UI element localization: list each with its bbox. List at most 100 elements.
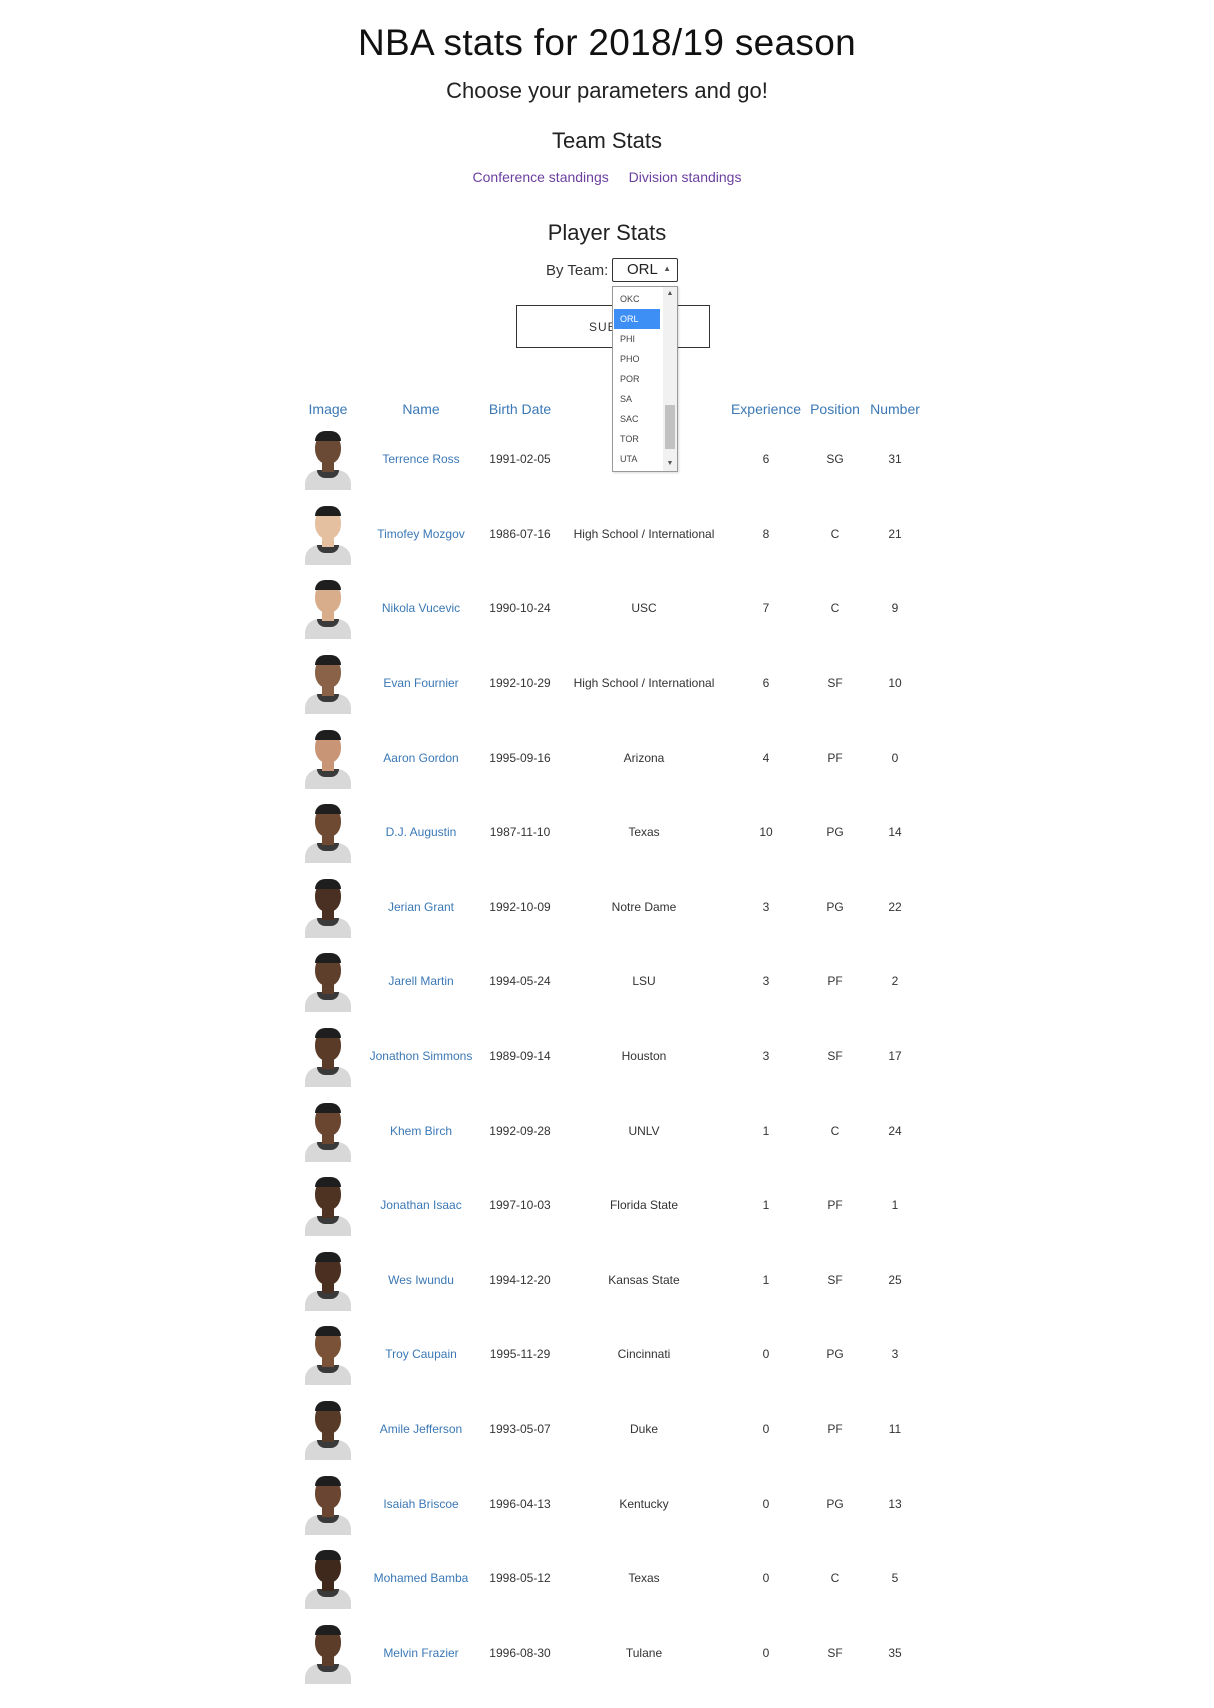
scroll-up-icon[interactable]: ▲ <box>663 287 677 301</box>
jersey-number: 31 <box>888 452 902 467</box>
player-name[interactable]: Wes Iwundu <box>364 1243 478 1318</box>
college: Arizona <box>623 750 665 765</box>
column-header-image[interactable]: Image <box>292 396 364 422</box>
player-headshot <box>303 652 353 715</box>
position: SF <box>827 676 843 691</box>
player-headshot <box>303 950 353 1013</box>
team-dropdown-list[interactable]: OKC ORL PHI PHO POR SA SAC TOR UTA ▲ ▼ <box>612 286 678 472</box>
player-image-cell <box>292 571 364 646</box>
birth-date: 1990-10-24 <box>489 601 551 616</box>
team-stats-links: Conference standings Division standings <box>0 169 1214 185</box>
player-stats-heading: Player Stats <box>547 220 667 245</box>
division-standings-link[interactable]: Division standings <box>629 169 742 185</box>
dropdown-option[interactable]: POR <box>614 369 660 389</box>
table-row: Isaiah Briscoe 1996-04-13 Kentucky 0 PG 13 <box>292 1466 926 1541</box>
experience: 8 <box>762 526 770 541</box>
scroll-down-icon[interactable]: ▼ <box>663 457 677 471</box>
player-image-cell <box>292 646 364 721</box>
player-name[interactable]: Melvin Frazier <box>364 1616 478 1691</box>
table-row: Jarell Martin 1994-05-24 LSU 3 PF 2 <box>292 944 926 1019</box>
team-select-value: ORL <box>627 261 658 278</box>
team-select[interactable]: ORL ▲ <box>612 258 678 282</box>
college: Houston <box>621 1049 667 1064</box>
player-image-cell <box>292 1392 364 1467</box>
player-image-cell <box>292 1317 364 1392</box>
birth-date: 1987-11-10 <box>489 825 551 840</box>
column-header-birth-date[interactable]: Birth Date <box>478 396 562 422</box>
birth-date: 1996-04-13 <box>489 1496 551 1511</box>
college: LSU <box>632 974 656 989</box>
birth-date: 1994-12-20 <box>489 1272 551 1287</box>
dropdown-option[interactable]: PHI <box>614 329 660 349</box>
table-row: Jonathan Isaac 1997-10-03 Florida State 1 PF… <box>292 1168 926 1243</box>
player-name[interactable]: Khem Birch <box>364 1093 478 1168</box>
college: Florida State <box>609 1198 679 1213</box>
position: C <box>830 1571 840 1586</box>
jersey-number: 2 <box>891 974 899 989</box>
player-name[interactable]: Troy Caupain <box>364 1317 478 1392</box>
jersey-number: 11 <box>888 1422 902 1437</box>
dropdown-option[interactable]: OKC <box>614 289 660 309</box>
column-header-experience[interactable]: Experience <box>726 396 806 422</box>
player-image-cell <box>292 1243 364 1318</box>
birth-date: 1992-10-09 <box>489 899 551 914</box>
college: Cincinnati <box>617 1347 671 1362</box>
player-name[interactable]: Aaron Gordon <box>364 720 478 795</box>
player-name[interactable]: D.J. Augustin <box>364 795 478 870</box>
player-headshot <box>303 1547 353 1610</box>
scroll-thumb[interactable] <box>665 405 675 449</box>
column-header-name[interactable]: Name <box>364 396 478 422</box>
jersey-number: 14 <box>888 825 902 840</box>
dropdown-option[interactable]: SAC <box>614 409 660 429</box>
player-image-cell <box>292 1541 364 1616</box>
position: PG <box>826 825 844 840</box>
college: UNLV <box>628 1123 660 1138</box>
table-row: Jerian Grant 1992-10-09 Notre Dame 3 PG 22 <box>292 870 926 945</box>
position: PG <box>826 899 844 914</box>
player-name[interactable]: Jerian Grant <box>364 870 478 945</box>
dropdown-option[interactable]: SA <box>614 389 660 409</box>
position: PF <box>827 1198 843 1213</box>
player-name[interactable]: Jarell Martin <box>364 944 478 1019</box>
dropdown-option[interactable]: PHO <box>614 349 660 369</box>
dropdown-option[interactable]: ORL <box>614 309 660 329</box>
college: Texas <box>628 1571 660 1586</box>
college: Kansas State <box>608 1272 680 1287</box>
conference-standings-link[interactable]: Conference standings <box>473 169 609 185</box>
player-name[interactable]: Mohamed Bamba <box>364 1541 478 1616</box>
position: SF <box>827 1272 843 1287</box>
college: Tulane <box>625 1645 663 1660</box>
jersey-number: 5 <box>891 1571 899 1586</box>
jersey-number: 9 <box>891 601 899 616</box>
birth-date: 1986-07-16 <box>489 526 551 541</box>
player-name[interactable]: Terrence Ross <box>364 422 478 497</box>
select-arrow-icon: ▲ <box>663 264 671 273</box>
page-title: NBA stats for 2018/19 season <box>358 22 856 63</box>
column-header-position[interactable]: Position <box>806 396 864 422</box>
jersey-number: 13 <box>888 1496 902 1511</box>
player-name[interactable]: Timofey Mozgov <box>364 497 478 572</box>
table-row: D.J. Augustin 1987-11-10 Texas 10 PG 14 <box>292 795 926 870</box>
player-name[interactable]: Nikola Vucevic <box>364 571 478 646</box>
player-image-cell <box>292 1616 364 1691</box>
position: C <box>830 601 840 616</box>
dropdown-option[interactable]: TOR <box>614 429 660 449</box>
position: SG <box>826 452 844 467</box>
position: SF <box>827 1645 843 1660</box>
dropdown-scrollbar[interactable]: ▲ ▼ <box>663 287 677 471</box>
table-header-row: Image Name Birth Date Experience Positio… <box>292 396 926 422</box>
table-row: Evan Fournier 1992-10-29 High School / Int… <box>292 646 926 721</box>
experience: 6 <box>762 676 770 691</box>
player-name[interactable]: Amile Jefferson <box>364 1392 478 1467</box>
experience: 3 <box>762 1049 770 1064</box>
player-name[interactable]: Isaiah Briscoe <box>364 1466 478 1541</box>
player-headshot <box>303 1174 353 1237</box>
dropdown-option[interactable]: UTA <box>614 449 660 469</box>
player-name[interactable]: Evan Fournier <box>364 646 478 721</box>
column-header-number[interactable]: Number <box>864 396 926 422</box>
player-headshot <box>303 1249 353 1311</box>
player-name[interactable]: Jonathon Simmons <box>364 1019 478 1094</box>
jersey-number: 1 <box>891 1198 899 1213</box>
table-row: Khem Birch 1992-09-28 UNLV 1 C 24 <box>292 1093 926 1168</box>
player-name[interactable]: Jonathan Isaac <box>364 1168 478 1243</box>
